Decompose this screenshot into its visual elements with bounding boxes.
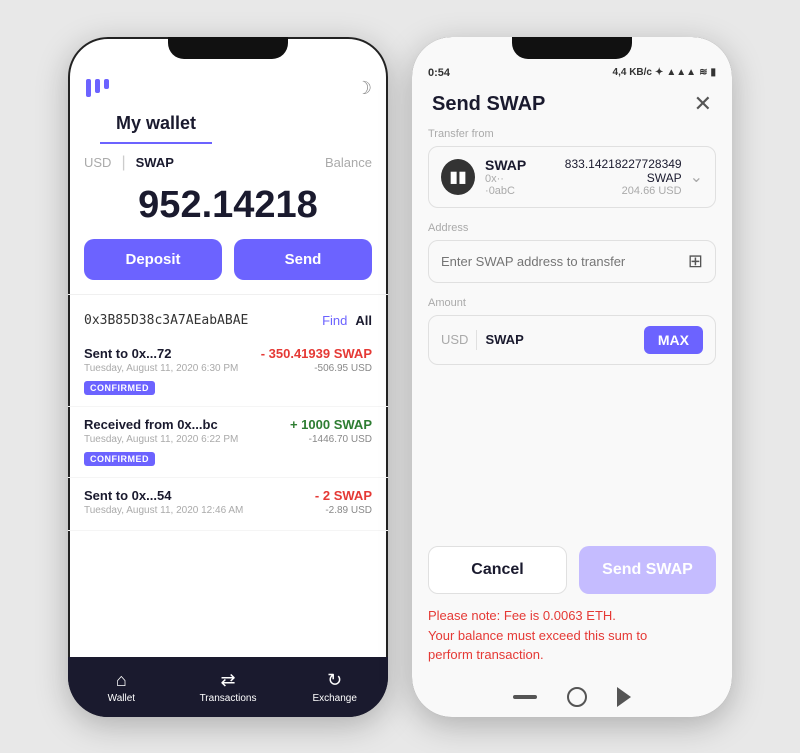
tx-usd: -506.95 USD: [314, 363, 372, 374]
balance-amount: 952.14218: [68, 176, 388, 239]
find-label[interactable]: Find: [322, 313, 347, 328]
nav-label-exchange: Exchange: [312, 693, 356, 704]
max-button[interactable]: MAX: [644, 326, 703, 354]
notch: [168, 37, 288, 59]
all-label[interactable]: All: [355, 313, 372, 328]
transactions-list: Sent to 0x...72 - 350.41939 SWAP Tuesday…: [68, 336, 388, 657]
home-icon: ⌂: [116, 670, 127, 691]
transfer-from-group: Transfer from ▮▮ SWAP 0x·· ·0abC 833.142…: [428, 128, 716, 208]
exchange-icon: ↻: [327, 670, 342, 691]
coin-name: SWAP: [485, 157, 534, 173]
coin-icon: ▮▮: [441, 159, 475, 195]
nav-label-wallet: Wallet: [108, 693, 135, 704]
divider: [68, 294, 388, 295]
nav-label-transactions: Transactions: [200, 693, 257, 704]
tx-amount: - 350.41939 SWAP: [261, 346, 372, 361]
battery-icon: ▮: [710, 67, 716, 78]
tx-date: Tuesday, August 11, 2020 6:22 PM: [84, 434, 238, 445]
nav-item-transactions[interactable]: ⇄ Transactions: [175, 670, 282, 704]
wallet-address: 0x3B85D38c3A7AEabABAE: [84, 313, 248, 328]
tx-title: Received from 0x...bc: [84, 417, 218, 432]
amount-group: Amount USD SWAP MAX: [428, 297, 716, 365]
send-swap-button[interactable]: Send SWAP: [579, 546, 716, 594]
currency-tabs: USD | SWAP Balance: [68, 144, 388, 176]
transfer-from-label: Transfer from: [428, 128, 716, 140]
amount-usd-label: USD: [441, 332, 468, 347]
nav-rect-indicator: [513, 695, 537, 699]
address-row: 0x3B85D38c3A7AEabABAE Find All: [68, 305, 388, 336]
bottom-indicator: [412, 677, 732, 717]
bottom-nav: ⌂ Wallet ⇄ Transactions ↻ Exchange: [68, 657, 388, 717]
status-icons: 4,4 KB/c ✦ ▲▲▲ ≋ ▮: [613, 67, 716, 78]
bluetooth-icon: ✦: [655, 67, 663, 78]
nav-item-exchange[interactable]: ↻ Exchange: [281, 670, 388, 704]
nav-back-indicator: [617, 687, 631, 707]
coin-address: 0x·· ·0abC: [485, 173, 534, 197]
tx-title: Sent to 0x...72: [84, 346, 171, 361]
tx-amount: + 1000 SWAP: [290, 417, 372, 432]
modal-actions: Cancel Send SWAP: [412, 534, 732, 606]
amount-swap-label: SWAP: [485, 332, 635, 347]
address-input-box: ⊞: [428, 240, 716, 283]
amount-divider: [476, 330, 477, 350]
coin-balance: 833.14218227728349 SWAP: [534, 157, 681, 185]
filter-options: Find All: [322, 313, 372, 328]
tab-swap[interactable]: SWAP: [136, 155, 174, 170]
logo: [84, 75, 112, 103]
coin-usd: 204.66 USD: [534, 185, 681, 197]
status-bar: 0:54 4,4 KB/c ✦ ▲▲▲ ≋ ▮: [412, 65, 732, 83]
notch: [512, 37, 632, 59]
tx-usd: -1446.70 USD: [309, 434, 372, 445]
table-row[interactable]: Sent to 0x...72 - 350.41939 SWAP Tuesday…: [68, 336, 388, 407]
nav-item-wallet[interactable]: ⌂ Wallet: [68, 670, 175, 704]
address-label: Address: [428, 222, 716, 234]
balance-label: Balance: [325, 155, 372, 170]
modal-body: Transfer from ▮▮ SWAP 0x·· ·0abC 833.142…: [412, 128, 732, 535]
left-phone: ☽ My wallet USD | SWAP Balance 952.14218…: [68, 37, 388, 717]
wifi-icon: ≋: [699, 67, 707, 78]
tx-badge: CONFIRMED: [84, 452, 155, 466]
left-header: ☽: [68, 65, 388, 109]
signal-icon: ▲▲▲: [666, 67, 696, 78]
table-row[interactable]: Received from 0x...bc + 1000 SWAP Tuesda…: [68, 407, 388, 478]
transfer-from-box[interactable]: ▮▮ SWAP 0x·· ·0abC 833.14218227728349 SW…: [428, 146, 716, 208]
deposit-button[interactable]: Deposit: [84, 239, 222, 280]
close-button[interactable]: ✕: [694, 93, 712, 115]
action-buttons: Deposit Send: [68, 239, 388, 294]
tx-date: Tuesday, August 11, 2020 6:30 PM: [84, 363, 238, 374]
address-group: Address ⊞: [428, 222, 716, 283]
nav-circle-indicator: [567, 687, 587, 707]
qr-icon[interactable]: ⊞: [688, 251, 703, 272]
cancel-button[interactable]: Cancel: [428, 546, 567, 594]
amount-label: Amount: [428, 297, 716, 309]
tab-usd[interactable]: USD: [84, 155, 111, 170]
right-phone: 0:54 4,4 KB/c ✦ ▲▲▲ ≋ ▮ Send SWAP ✕ Tran…: [412, 37, 732, 717]
tx-amount: - 2 SWAP: [315, 488, 372, 503]
tx-badge: CONFIRMED: [84, 381, 155, 395]
amount-box: USD SWAP MAX: [428, 315, 716, 365]
tx-usd: -2.89 USD: [325, 505, 372, 516]
table-row[interactable]: Sent to 0x...54 - 2 SWAP Tuesday, August…: [68, 478, 388, 531]
transactions-icon: ⇄: [220, 670, 235, 691]
tx-date: Tuesday, August 11, 2020 12:46 AM: [84, 505, 243, 516]
modal-title: Send SWAP: [432, 93, 545, 116]
send-button[interactable]: Send: [234, 239, 372, 280]
page-title: My wallet: [100, 109, 212, 144]
fee-note: Please note: Fee is 0.0063 ETH. Your bal…: [412, 606, 732, 677]
status-time: 0:54: [428, 67, 450, 79]
address-input[interactable]: [441, 254, 688, 269]
theme-toggle-icon[interactable]: ☽: [356, 78, 372, 99]
tx-title: Sent to 0x...54: [84, 488, 171, 503]
modal-header: Send SWAP ✕: [412, 83, 732, 128]
chevron-down-icon: ⌄: [690, 167, 703, 187]
